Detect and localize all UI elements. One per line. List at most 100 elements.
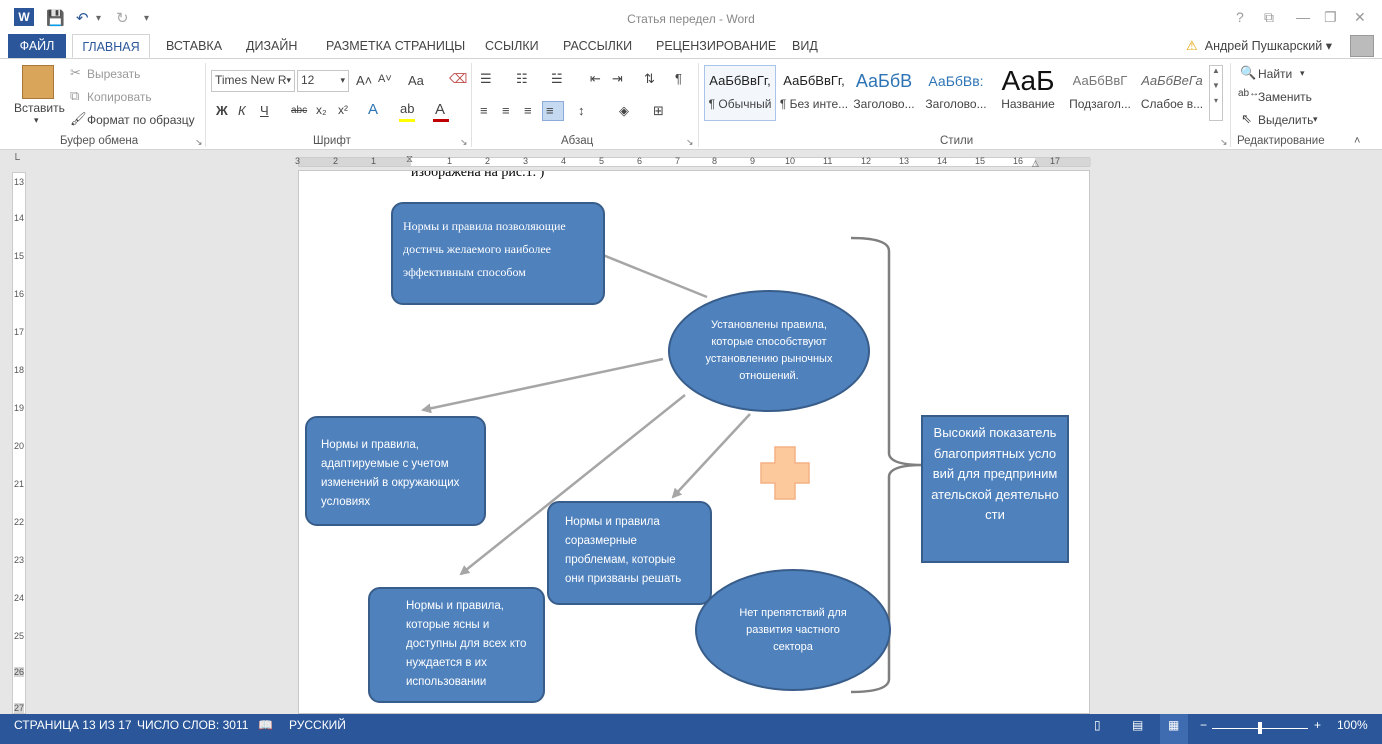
zoom-level[interactable]: 100% xyxy=(1337,718,1368,732)
ellipse-private-sector[interactable]: Нет препятствий для развития частного се… xyxy=(695,569,891,691)
show-formatting-icon[interactable]: ¶ xyxy=(675,71,682,86)
shrink-font-button[interactable]: A˅ xyxy=(378,73,392,85)
vertical-ruler[interactable]: 13 14 15 16 17 18 19 20 21 22 23 24 25 2… xyxy=(12,172,26,714)
close-button[interactable]: ✕ xyxy=(1354,9,1366,26)
decrease-indent-icon[interactable]: ⇤ xyxy=(590,71,601,87)
style-subtle-emphasis[interactable]: АаБбВеГа Слабое в... xyxy=(1136,65,1208,121)
text-effects-icon[interactable]: A xyxy=(368,101,378,118)
font-color-icon[interactable]: A xyxy=(435,101,445,118)
styles-scroll[interactable]: ▲ ▼ ▾ xyxy=(1209,65,1223,121)
maximize-button[interactable]: ❐ xyxy=(1324,9,1337,26)
increase-indent-icon[interactable]: ⇥ xyxy=(612,71,623,87)
status-language[interactable]: РУССКИЙ xyxy=(289,718,346,732)
style-normal[interactable]: АаБбВвГг, ¶ Обычный xyxy=(704,65,776,121)
tab-file[interactable]: ФАЙЛ xyxy=(8,34,66,58)
style-title[interactable]: АаБ Название xyxy=(992,65,1064,121)
collapse-ribbon-icon[interactable]: ˄ xyxy=(1354,135,1360,147)
help-button[interactable]: ? xyxy=(1236,9,1244,25)
select-dropdown-icon[interactable]: ▾ xyxy=(1313,114,1318,125)
box-clear-norms[interactable]: Нормы и правила, которые ясны и доступны… xyxy=(368,587,545,703)
style-no-spacing[interactable]: АаБбВвГг, ¶ Без инте... xyxy=(778,65,850,121)
styles-launcher-icon[interactable]: ↘ xyxy=(1220,137,1228,148)
read-mode-icon[interactable]: ▯ xyxy=(1094,718,1101,732)
subscript-button[interactable]: x₂ xyxy=(316,103,327,117)
multilevel-list-icon[interactable]: ☱ xyxy=(551,71,563,87)
user-name[interactable]: Андрей Пушкарский ▾ xyxy=(1205,38,1332,53)
paste-icon[interactable] xyxy=(22,65,54,99)
strikethrough-button[interactable]: abc xyxy=(291,105,307,116)
web-layout-icon[interactable]: ▦ xyxy=(1168,718,1179,732)
cut-button[interactable]: Вырезать xyxy=(87,67,140,81)
paste-dropdown-icon[interactable]: ▾ xyxy=(34,115,39,126)
tab-view[interactable]: ВИД xyxy=(792,34,818,58)
font-name-field[interactable]: Times New R ▾ xyxy=(211,70,295,92)
zoom-out-icon[interactable]: − xyxy=(1200,718,1207,732)
font-name-dropdown-icon[interactable]: ▾ xyxy=(286,75,291,86)
style-subtitle[interactable]: АаБбВвГ Подзагол... xyxy=(1064,65,1136,121)
format-painter-button[interactable]: Формат по образцу xyxy=(87,113,195,127)
box-efficient-norms[interactable]: Нормы и правила позволяющие достичь жела… xyxy=(391,202,605,305)
tab-mailings[interactable]: РАССЫЛКИ xyxy=(563,34,632,58)
horizontal-ruler[interactable]: 3 2 1 1 2 3 4 5 6 7 8 9 10 11 12 13 14 1… xyxy=(295,154,1091,169)
clipboard-launcher-icon[interactable]: ↘ xyxy=(195,137,203,148)
highlight-color-icon[interactable]: ab xyxy=(400,101,414,116)
align-right-icon[interactable]: ≡ xyxy=(524,103,532,118)
style-heading2[interactable]: АаБбВв: Заголово... xyxy=(920,65,992,121)
ruler-tick: 18 xyxy=(14,365,25,375)
superscript-button[interactable]: x² xyxy=(338,103,348,117)
styles-down-icon[interactable]: ▼ xyxy=(1210,81,1222,90)
italic-button[interactable]: К xyxy=(238,103,246,118)
tab-references[interactable]: ССЫЛКИ xyxy=(485,34,539,58)
paste-button[interactable]: Вставить xyxy=(14,101,65,115)
status-word-count[interactable]: ЧИСЛО СЛОВ: 3011 xyxy=(137,718,248,732)
numbering-icon[interactable]: ☷ xyxy=(516,71,528,87)
sort-icon[interactable]: ⇅ xyxy=(644,71,655,87)
avatar[interactable] xyxy=(1350,35,1374,57)
select-icon: ⇖ xyxy=(1241,111,1252,126)
font-size-field[interactable]: 12 ▾ xyxy=(297,70,349,92)
print-layout-icon[interactable]: ▤ xyxy=(1132,718,1143,732)
line-spacing-icon[interactable]: ↕ xyxy=(578,103,585,118)
paragraph-launcher-icon[interactable]: ↘ xyxy=(686,137,694,148)
tab-home[interactable]: ГЛАВНАЯ xyxy=(72,34,150,58)
find-button[interactable]: Найти xyxy=(1258,67,1292,81)
find-dropdown-icon[interactable]: ▾ xyxy=(1300,68,1305,79)
styles-more-icon[interactable]: ▾ xyxy=(1210,96,1222,105)
select-button[interactable]: Выделить xyxy=(1258,113,1313,127)
ribbon-display-options-button[interactable]: ⧉ xyxy=(1264,9,1274,26)
bullets-icon[interactable]: ☰ xyxy=(480,71,492,87)
box-favorable-conditions[interactable]: Высокий показатель благоприятных условий… xyxy=(921,415,1069,563)
style-heading1[interactable]: АаБбВ Заголово... xyxy=(848,65,920,121)
font-size-dropdown-icon[interactable]: ▾ xyxy=(340,75,345,86)
replace-button[interactable]: Заменить xyxy=(1258,90,1312,104)
borders-icon[interactable]: ⊞ xyxy=(653,103,664,119)
copy-button[interactable]: Копировать xyxy=(87,90,152,104)
zoom-in-icon[interactable]: + xyxy=(1314,718,1321,732)
tab-insert[interactable]: ВСТАВКА xyxy=(166,34,222,58)
styles-up-icon[interactable]: ▲ xyxy=(1210,66,1222,75)
font-launcher-icon[interactable]: ↘ xyxy=(460,137,468,148)
zoom-slider-thumb[interactable] xyxy=(1258,722,1262,734)
tab-review[interactable]: РЕЦЕНЗИРОВАНИЕ xyxy=(656,34,776,58)
align-left-icon[interactable]: ≡ xyxy=(480,103,488,118)
status-page[interactable]: СТРАНИЦА 13 ИЗ 17 xyxy=(14,718,132,732)
bold-button[interactable]: Ж xyxy=(216,103,228,118)
tab-design[interactable]: ДИЗАЙН xyxy=(246,34,297,58)
change-case-button[interactable]: Aa xyxy=(408,73,424,88)
indent-marker-icon[interactable]: ⧖ xyxy=(406,154,413,165)
grow-font-button[interactable]: A˄ xyxy=(356,73,372,88)
ruler-tick: 3 xyxy=(295,156,301,166)
box-proportional-norms[interactable]: Нормы и правила соразмерные проблемам, к… xyxy=(547,501,712,605)
shading-icon[interactable]: ◈ xyxy=(619,103,629,119)
ellipse-market-rules[interactable]: Установлены правила, которые способствую… xyxy=(668,290,870,412)
tab-layout[interactable]: РАЗМЕТКА СТРАНИЦЫ xyxy=(326,34,465,58)
right-indent-marker-icon[interactable]: △ xyxy=(1032,158,1039,169)
style-name: ¶ Обычный xyxy=(708,97,772,111)
align-center-icon[interactable]: ≡ xyxy=(502,103,510,118)
clear-formatting-icon[interactable]: ⌫ xyxy=(449,71,467,87)
box-adaptive-norms[interactable]: Нормы и правила, адаптируемые с учетом и… xyxy=(305,416,486,526)
underline-button[interactable]: Ч xyxy=(260,103,269,118)
minimize-button[interactable]: — xyxy=(1296,9,1310,25)
proofing-icon[interactable]: 📖 xyxy=(258,718,273,732)
tab-selector-icon[interactable]: └ xyxy=(12,154,26,168)
